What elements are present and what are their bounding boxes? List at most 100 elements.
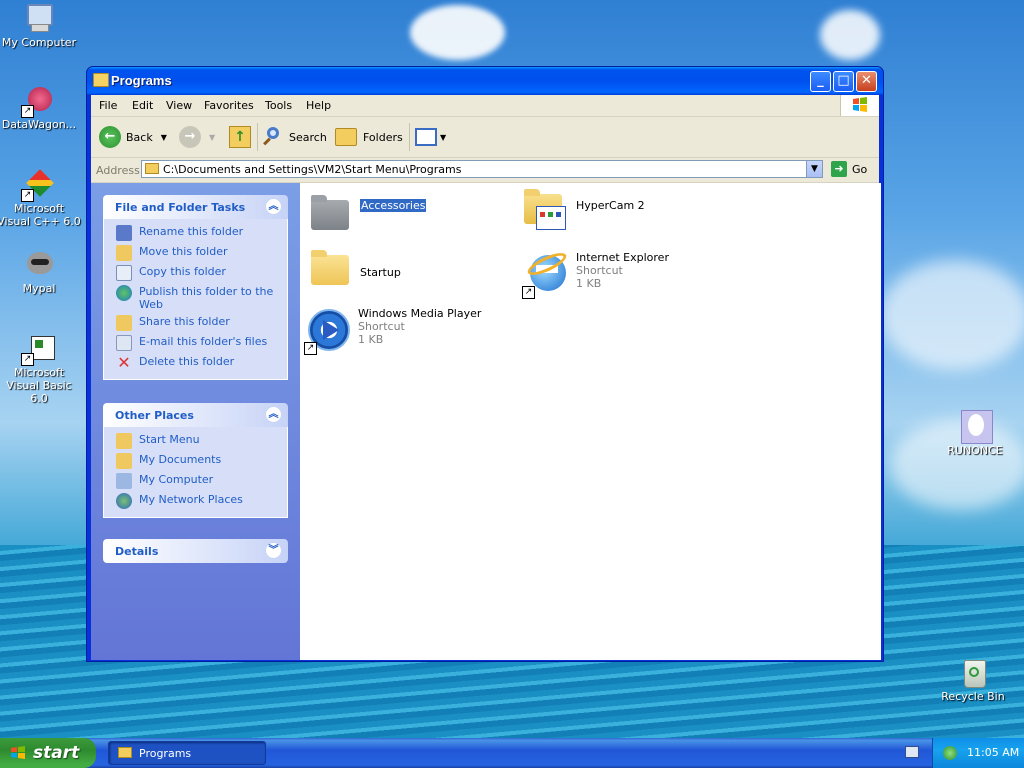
close-button[interactable]: ✕ bbox=[856, 71, 877, 92]
place-my-network-places[interactable]: My Network Places bbox=[116, 493, 287, 509]
computer-icon bbox=[116, 473, 132, 489]
internet-explorer-icon: ↗ bbox=[522, 248, 570, 299]
address-dropdown-button[interactable]: ▼ bbox=[806, 161, 822, 177]
folders-button[interactable]: Folders bbox=[335, 123, 403, 151]
network-globe-icon bbox=[116, 493, 132, 509]
folders-icon bbox=[335, 128, 357, 146]
panel-header[interactable]: Other Places ︽ bbox=[103, 403, 288, 427]
start-button[interactable]: start bbox=[0, 738, 96, 768]
place-start-menu[interactable]: Start Menu bbox=[116, 433, 287, 449]
email-icon bbox=[116, 335, 132, 351]
shortcut-arrow-icon: ↗ bbox=[21, 353, 34, 366]
desktop-icon-datawagon[interactable]: ↗ DataWagon... bbox=[0, 84, 82, 131]
clock[interactable]: 11:05 AM bbox=[967, 746, 1019, 759]
delete-x-icon: ✕ bbox=[117, 353, 131, 372]
place-my-computer[interactable]: My Computer bbox=[116, 473, 287, 489]
search-button[interactable]: Search bbox=[263, 123, 327, 151]
menu-favorites[interactable]: Favorites bbox=[204, 99, 254, 112]
cloud bbox=[880, 260, 1024, 370]
visual-cpp-icon: ↗ bbox=[21, 168, 55, 202]
place-my-documents[interactable]: My Documents bbox=[116, 453, 287, 469]
network-status-icon[interactable] bbox=[943, 746, 957, 760]
shortcut-arrow-icon: ↗ bbox=[522, 286, 535, 299]
file-name: Windows Media Player bbox=[358, 307, 482, 320]
file-item-accessories[interactable]: Accessories bbox=[306, 188, 427, 236]
address-value: C:\Documents and Settings\VM2\Start Menu… bbox=[163, 163, 462, 176]
task-delete-folder[interactable]: ✕ Delete this folder bbox=[116, 355, 287, 371]
file-name: Accessories bbox=[360, 199, 427, 212]
task-share-folder[interactable]: Share this folder bbox=[116, 315, 287, 331]
documents-folder-icon bbox=[116, 453, 132, 469]
collapse-chevron-icon[interactable]: ︽ bbox=[265, 198, 282, 215]
maximize-button[interactable]: □ bbox=[833, 71, 854, 92]
forward-button[interactable]: → ▼ bbox=[179, 123, 215, 151]
collapse-chevron-icon[interactable]: ︽ bbox=[265, 406, 282, 423]
go-button[interactable]: ➜ Go bbox=[831, 161, 867, 177]
desktop-icon-label: DataWagon... bbox=[1, 118, 77, 131]
desktop-icon-my-computer[interactable]: My Computer bbox=[0, 2, 82, 49]
file-item-hypercam[interactable]: HyperCam 2 bbox=[522, 188, 645, 236]
file-size: 1 KB bbox=[358, 333, 384, 346]
raccoon-icon bbox=[23, 248, 55, 280]
toolbar-separator bbox=[409, 123, 410, 151]
back-arrow-icon: ← bbox=[99, 126, 121, 148]
place-label: My Documents bbox=[139, 453, 222, 466]
forward-arrow-icon: → bbox=[179, 126, 201, 148]
dropdown-arrow-icon[interactable]: ▼ bbox=[161, 133, 167, 142]
go-label: Go bbox=[852, 162, 868, 176]
file-name: Startup bbox=[360, 266, 401, 279]
place-label: My Network Places bbox=[139, 493, 243, 506]
desktop-icon-label: Mypal bbox=[22, 282, 56, 295]
task-label: E-mail this folder's files bbox=[139, 335, 268, 348]
task-copy-folder[interactable]: Copy this folder bbox=[116, 265, 287, 281]
desktop-icon-mypal[interactable]: Mypal bbox=[0, 248, 82, 295]
menu-view[interactable]: View bbox=[166, 99, 192, 112]
back-button[interactable]: ← Back ▼ bbox=[99, 123, 167, 151]
menu-edit[interactable]: Edit bbox=[132, 99, 153, 112]
menu-tools[interactable]: Tools bbox=[265, 99, 292, 112]
desktop-icon-label: Microsoft Visual C++ 6.0 bbox=[0, 202, 81, 228]
task-email-files[interactable]: E-mail this folder's files bbox=[116, 335, 287, 351]
minimize-button[interactable]: _ bbox=[810, 71, 831, 92]
dropdown-arrow-icon[interactable]: ▼ bbox=[209, 133, 215, 142]
panel-body: Start Menu My Documents My Computer My N… bbox=[103, 427, 288, 518]
desktop-icon-label: My Computer bbox=[1, 36, 77, 49]
menu-help[interactable]: Help bbox=[306, 99, 331, 112]
file-size: 1 KB bbox=[576, 277, 602, 290]
file-item-internet-explorer[interactable]: ↗ Internet Explorer Shortcut 1 KB bbox=[522, 248, 669, 299]
shortcut-arrow-icon: ↗ bbox=[304, 342, 317, 355]
task-publish-folder[interactable]: Publish this folder to the Web bbox=[116, 285, 287, 311]
file-item-startup[interactable]: Startup bbox=[306, 243, 401, 291]
title-bar[interactable]: Programs _ □ ✕ bbox=[87, 67, 883, 95]
desktop-icon-recycle-bin[interactable]: Recycle Bin bbox=[930, 656, 1016, 703]
views-button[interactable]: ▼ bbox=[415, 123, 446, 151]
file-folder-tasks-panel: File and Folder Tasks ︽ Rename this fold… bbox=[103, 195, 288, 380]
desktop-icon-label: RUNONCE bbox=[947, 444, 1003, 457]
file-item-windows-media-player[interactable]: ↗ Windows Media Player Shortcut 1 KB bbox=[304, 307, 481, 355]
place-label: Start Menu bbox=[139, 433, 200, 446]
desktop-icon-visual-cpp[interactable]: ↗ Microsoft Visual C++ 6.0 bbox=[0, 168, 82, 228]
task-rename-folder[interactable]: Rename this folder bbox=[116, 225, 287, 241]
media-player-icon: ↗ bbox=[304, 307, 352, 355]
address-input[interactable]: C:\Documents and Settings\VM2\Start Menu… bbox=[141, 160, 823, 178]
panel-header[interactable]: Details ︾ bbox=[103, 539, 288, 563]
rename-icon bbox=[116, 225, 132, 241]
address-bar: Address C:\Documents and Settings\VM2\St… bbox=[91, 158, 879, 183]
up-folder-button[interactable]: ↑ bbox=[229, 123, 251, 151]
expand-chevron-icon[interactable]: ︾ bbox=[265, 542, 282, 559]
desktop-icon-visual-basic[interactable]: ↗ Microsoft Visual Basic 6.0 bbox=[0, 332, 82, 405]
desktop-icon-runonce[interactable]: RUNONCE bbox=[932, 410, 1018, 457]
folders-label: Folders bbox=[363, 130, 403, 144]
file-name: Internet Explorer bbox=[576, 251, 669, 264]
keyboard-icon[interactable] bbox=[905, 746, 919, 758]
taskbar-button-programs[interactable]: Programs bbox=[108, 741, 266, 765]
taskbar-button-label: Programs bbox=[139, 747, 192, 760]
start-label: start bbox=[33, 743, 80, 763]
panel-header[interactable]: File and Folder Tasks ︽ bbox=[103, 195, 288, 219]
file-type: Shortcut bbox=[576, 264, 623, 277]
task-move-folder[interactable]: Move this folder bbox=[116, 245, 287, 261]
datawagon-icon: ↗ bbox=[21, 84, 55, 118]
explorer-window: Programs _ □ ✕ File Edit View Favorites … bbox=[86, 66, 884, 662]
cloud bbox=[820, 10, 880, 60]
menu-file[interactable]: File bbox=[99, 99, 117, 112]
